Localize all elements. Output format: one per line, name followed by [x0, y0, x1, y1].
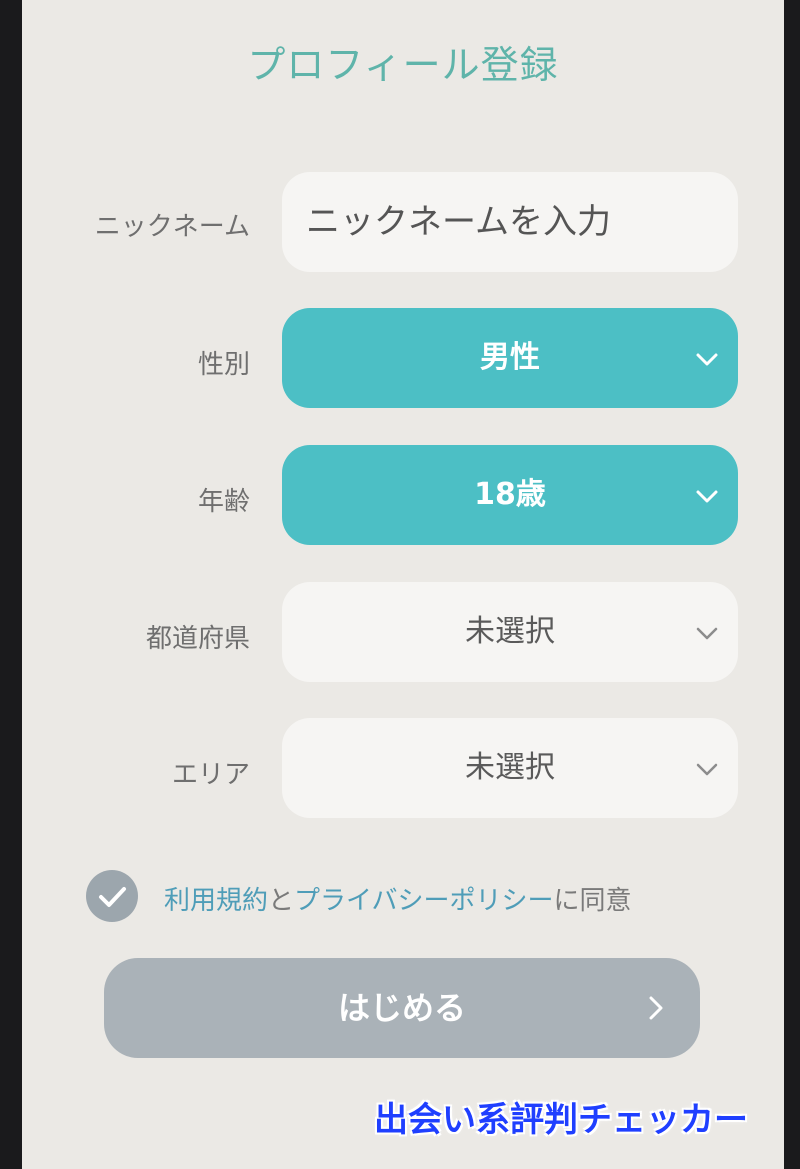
age-label: 年齢: [197, 487, 250, 517]
start-button[interactable]: はじめる: [104, 958, 700, 1058]
start-button-label: はじめる: [337, 989, 466, 1027]
age-select[interactable]: 18歳: [282, 445, 738, 545]
prefecture-select[interactable]: 未選択: [282, 582, 738, 682]
watermark-text: 出会い系評判チェッカー: [374, 1100, 748, 1140]
privacy-policy-link[interactable]: プライバシーポリシー: [294, 886, 553, 916]
nickname-label: ニックネーム: [94, 212, 250, 242]
chevron-right-icon: [649, 996, 663, 1020]
chevron-down-icon: [696, 627, 718, 640]
agreement-suffix: に同意: [553, 886, 632, 916]
check-icon: [99, 887, 126, 907]
gender-select[interactable]: 男性: [282, 308, 738, 408]
area-select[interactable]: 未選択: [282, 718, 738, 818]
chevron-down-icon: [696, 490, 718, 503]
chevron-down-icon: [696, 353, 718, 366]
profile-registration-screen: プロフィール登録 ニックネーム 性別 男性 年齢 18歳 都道府県 未選択 エリ…: [22, 0, 784, 1169]
gender-label: 性別: [197, 350, 250, 380]
area-value: 未選択: [465, 750, 555, 785]
agreement-row: 利用規約とプライバシーポリシーに同意: [86, 866, 746, 926]
nickname-input[interactable]: [282, 172, 738, 272]
area-label: エリア: [171, 760, 250, 790]
terms-link[interactable]: 利用規約: [164, 886, 268, 916]
gender-value: 男性: [480, 340, 540, 375]
agreement-text: 利用規約とプライバシーポリシーに同意: [164, 880, 632, 917]
prefecture-label: 都道府県: [145, 624, 250, 654]
agreement-checkbox[interactable]: [86, 870, 138, 922]
age-value: 18歳: [474, 477, 546, 512]
page-title: プロフィール登録: [247, 43, 559, 87]
prefecture-value: 未選択: [465, 614, 555, 649]
agreement-connector: と: [268, 886, 295, 916]
chevron-down-icon: [696, 763, 718, 776]
